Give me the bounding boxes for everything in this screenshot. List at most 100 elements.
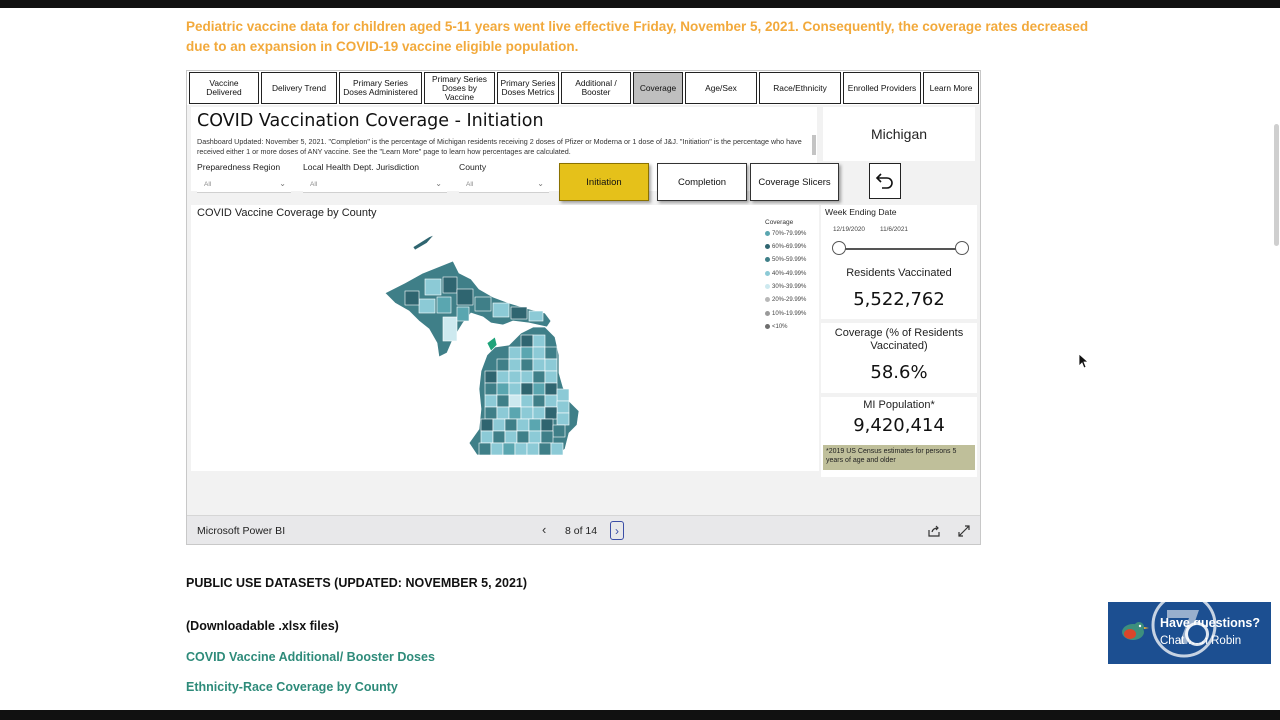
back-button[interactable]: [869, 163, 901, 199]
legend-dot: [765, 324, 770, 329]
legend-item: 70%-79.99%: [765, 231, 806, 237]
population-value: 9,420,414: [853, 415, 945, 436]
filter-lhd-jurisdiction[interactable]: All ⌄: [303, 177, 447, 193]
legend-dot: [765, 271, 770, 276]
county[interactable]: [404, 290, 420, 306]
county[interactable]: [474, 296, 492, 312]
completion-button[interactable]: Completion: [657, 163, 747, 201]
share-icon[interactable]: [927, 524, 941, 538]
legend-label: 30%-39.99%: [772, 284, 807, 291]
date-slider-start-handle[interactable]: [832, 241, 846, 255]
coverage-map-card: COVID Vaccine Coverage by County Coverag…: [191, 205, 819, 471]
region-title: Michigan: [823, 107, 975, 161]
next-page-icon[interactable]: ›: [610, 521, 624, 540]
county-isle-royale[interactable]: [412, 234, 435, 251]
tab-learn-more[interactable]: Learn More: [923, 72, 979, 104]
coverage-slicers-button[interactable]: Coverage Slicers: [750, 163, 839, 201]
residents-vaccinated-value: 5,522,762: [853, 289, 945, 310]
dashboard-description: Dashboard Updated: November 5, 2021. "Co…: [197, 137, 802, 156]
legend-item: 50%-59.99%: [765, 257, 806, 263]
date-slider-end-handle[interactable]: [955, 241, 969, 255]
filter-value: All: [310, 181, 318, 188]
tab-primary-series-doses-metrics[interactable]: Primary Series Doses Metrics: [497, 72, 559, 104]
michigan-map[interactable]: [191, 205, 819, 471]
legend-item: 60%-69.99%: [765, 244, 806, 250]
population-label: MI Population*: [863, 399, 935, 411]
tab-primary-series-doses-by-vaccine[interactable]: Primary Series Doses by Vaccine: [424, 72, 495, 104]
link-ethnicity-race-coverage[interactable]: Ethnicity-Race Coverage by County: [186, 680, 398, 694]
county[interactable]: [456, 288, 474, 306]
report-tabs: Vaccine Delivered Delivery Trend Primary…: [187, 71, 980, 105]
tab-coverage[interactable]: Coverage: [633, 72, 683, 104]
page-scrollbar[interactable]: [1274, 124, 1279, 246]
legend-dot: [765, 284, 770, 289]
filter-label-lhd-jurisdiction: Local Health Dept. Jurisdiction: [303, 162, 420, 172]
county[interactable]: [418, 298, 436, 314]
filter-value: All: [204, 181, 212, 188]
county[interactable]: [528, 310, 544, 322]
powerbi-brand[interactable]: Microsoft Power BI: [197, 525, 285, 537]
legend-dot: [765, 297, 770, 302]
slider-start-date: 12/19/2020: [833, 226, 865, 233]
undo-arrow-icon: [875, 173, 893, 189]
date-slider-track[interactable]: [839, 248, 963, 250]
legend-label: 40%-49.99%: [772, 271, 807, 278]
filter-label-preparedness-region: Preparedness Region: [197, 162, 281, 172]
page-indicator: 8 of 14: [565, 525, 598, 537]
coverage-value: 58.6%: [870, 362, 928, 383]
link-booster-doses[interactable]: COVID Vaccine Additional/ Booster Doses: [186, 650, 435, 664]
tab-vaccine-delivered[interactable]: Vaccine Delivered: [189, 72, 259, 104]
top-bar: [0, 0, 1280, 8]
datasets-heading: PUBLIC USE DATASETS (UPDATED: NOVEMBER 5…: [186, 576, 528, 590]
filter-preparedness-region[interactable]: All ⌄: [197, 177, 291, 193]
legend-label: 10%-19.99%: [772, 311, 807, 318]
tab-primary-series-doses-administered[interactable]: Primary Series Doses Administered: [339, 72, 422, 104]
tab-race-ethnicity[interactable]: Race/Ethnicity: [759, 72, 841, 104]
filter-county[interactable]: All ⌄: [459, 177, 549, 193]
week-ending-label: Week Ending Date: [825, 207, 897, 217]
county[interactable]: [442, 316, 458, 342]
legend-label: 60%-69.99%: [772, 244, 807, 251]
report-canvas: COVID Vaccination Coverage - Initiation …: [187, 105, 980, 515]
filter-value: All: [466, 181, 474, 188]
legend-item: 40%-49.99%: [765, 271, 806, 277]
dashboard-title: COVID Vaccination Coverage - Initiation: [197, 111, 544, 131]
fullscreen-icon[interactable]: [957, 524, 971, 538]
legend-dot: [765, 231, 770, 236]
powerbi-footer: Microsoft Power BI ‹ 8 of 14 ›: [187, 515, 980, 544]
legend-item: 30%-39.99%: [765, 284, 806, 290]
tab-additional-booster[interactable]: Additional / Booster: [561, 72, 631, 104]
xlsx-note: (Downloadable .xlsx files): [186, 619, 339, 633]
powerbi-embed: Vaccine Delivered Delivery Trend Primary…: [186, 70, 981, 545]
legend-dot: [765, 311, 770, 316]
county[interactable]: [456, 306, 470, 322]
legend-label: 70%-79.99%: [772, 231, 807, 238]
bottom-bar: [0, 710, 1280, 720]
previous-page-icon[interactable]: ‹: [542, 522, 546, 537]
coverage-label: Coverage (% of Residents Vaccinated): [834, 327, 964, 352]
filter-label-county: County: [459, 162, 487, 172]
legend-label: 50%-59.99%: [772, 257, 807, 264]
chevron-down-icon: ⌄: [537, 179, 544, 188]
county[interactable]: [492, 302, 510, 318]
legend-label: 20%-29.99%: [772, 297, 807, 304]
mouse-cursor-icon: [1078, 353, 1088, 369]
county[interactable]: [510, 306, 528, 320]
tab-delivery-trend[interactable]: Delivery Trend: [261, 72, 337, 104]
abc7-logo: [1151, 592, 1217, 658]
legend-item: 20%-29.99%: [765, 297, 806, 303]
robin-bird-icon: [1122, 622, 1149, 640]
residents-vaccinated-label: Residents Vaccinated: [846, 267, 952, 279]
county[interactable]: [424, 278, 442, 296]
pediatric-notice: Pediatric vaccine data for children aged…: [186, 19, 1089, 54]
county[interactable]: [436, 296, 452, 314]
tab-age-sex[interactable]: Age/Sex: [685, 72, 757, 104]
legend-item: 10%-19.99%: [765, 311, 806, 317]
legend-label: <10%: [772, 324, 788, 331]
description-scrollbar[interactable]: [812, 135, 816, 155]
county[interactable]: [442, 276, 458, 294]
initiation-button[interactable]: Initiation: [559, 163, 649, 201]
tab-enrolled-providers[interactable]: Enrolled Providers: [843, 72, 921, 104]
legend-dot: [765, 257, 770, 262]
chevron-down-icon: ⌄: [279, 179, 286, 188]
